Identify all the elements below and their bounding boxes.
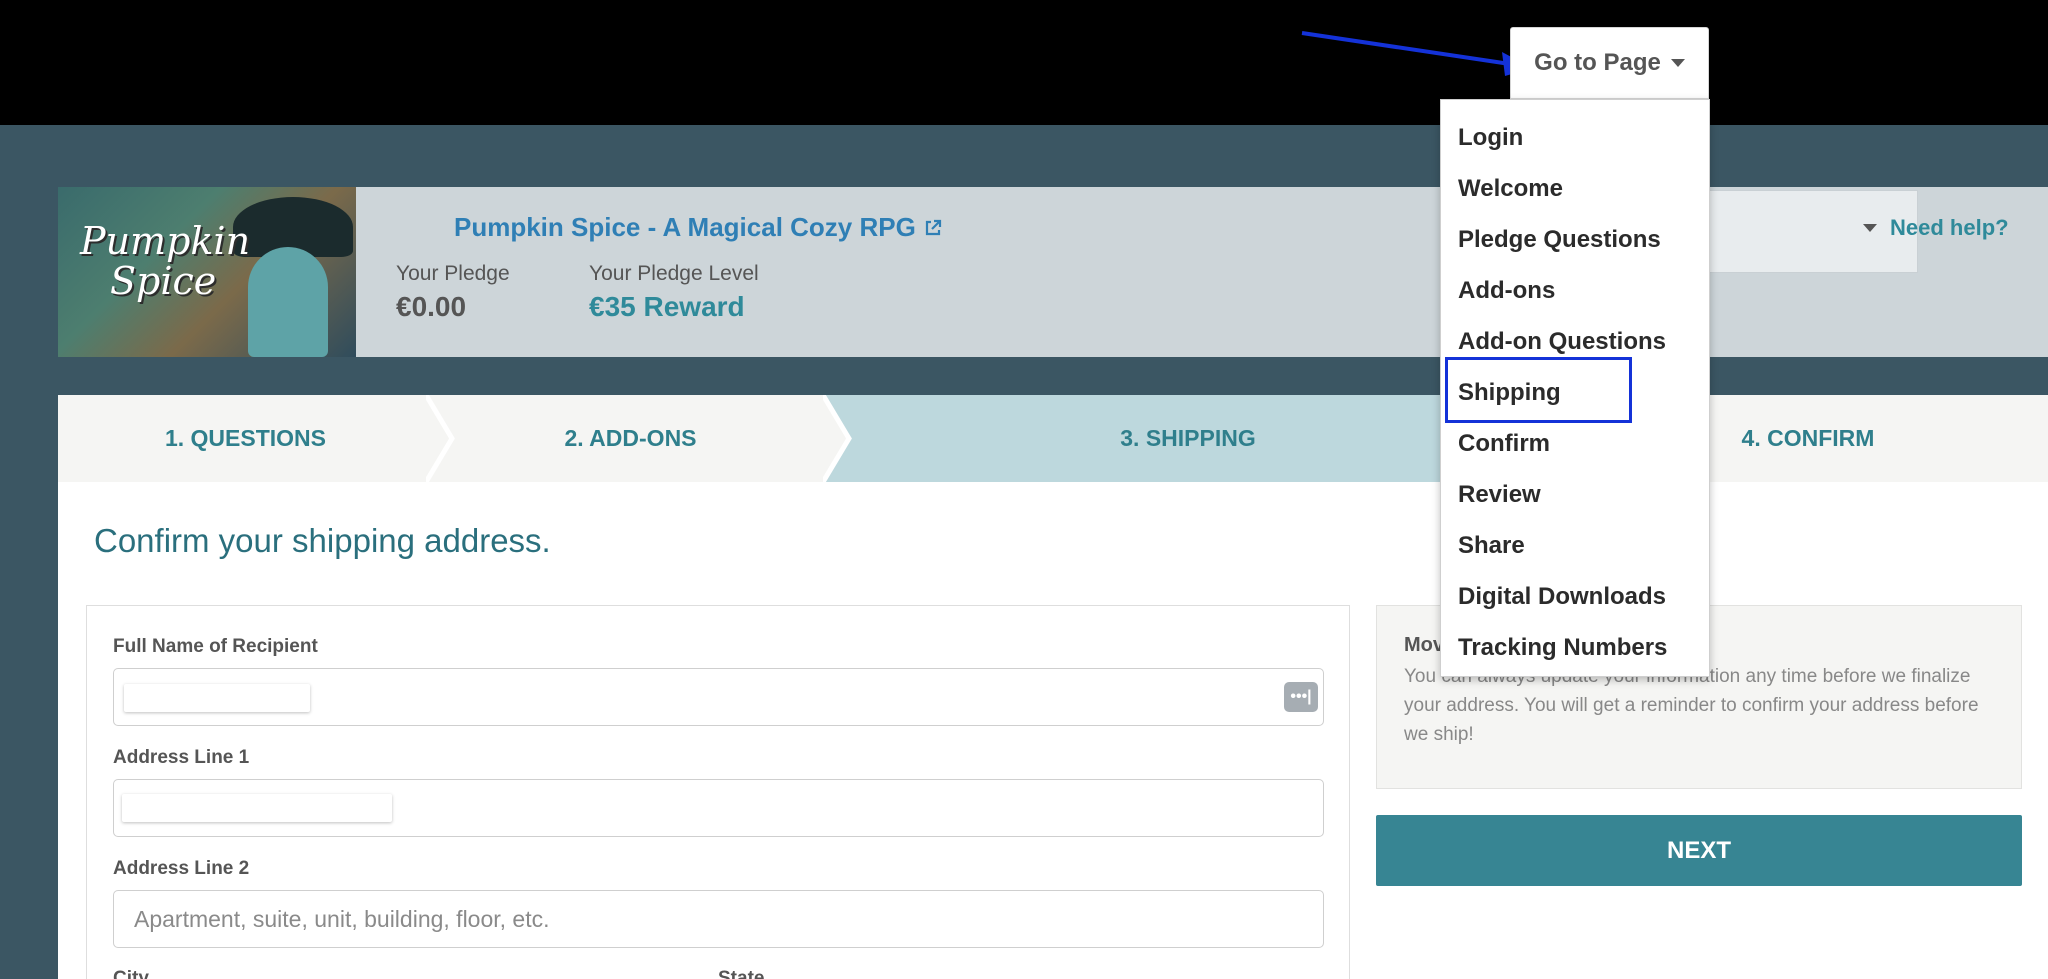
menu-item-digital-downloads[interactable]: Digital Downloads [1441, 572, 1709, 623]
go-to-page-label: Go to Page [1534, 49, 1661, 76]
project-title-link[interactable]: Pumpkin Spice - A Magical Cozy RPG [454, 212, 942, 243]
help-select[interactable] [1708, 190, 1918, 273]
go-to-page-button[interactable]: Go to Page [1510, 27, 1709, 99]
caret-down-icon [1670, 59, 1685, 67]
pledge-level-label: Your Pledge Level [589, 262, 759, 285]
page-title: Confirm your shipping address. [94, 522, 551, 559]
top-bar [0, 0, 2048, 125]
project-title: Pumpkin Spice - A Magical Cozy RPG [454, 212, 916, 242]
menu-item-add-ons[interactable]: Add-ons [1441, 265, 1709, 316]
menu-item-tracking-numbers[interactable]: Tracking Numbers [1441, 623, 1709, 674]
character-shape [248, 247, 328, 357]
step-add-ons[interactable]: 2. ADD-ONS [433, 395, 828, 482]
go-to-page-menu: Login Welcome Pledge Questions Add-ons A… [1440, 99, 1710, 677]
menu-item-welcome[interactable]: Welcome [1441, 163, 1709, 214]
info-title: Mov [1404, 634, 1444, 656]
redacted-value [124, 684, 310, 712]
address-line-2-field[interactable] [113, 890, 1324, 948]
full-name-label: Full Name of Recipient [113, 636, 318, 657]
menu-item-confirm[interactable]: Confirm [1441, 419, 1709, 470]
pledge-label: Your Pledge [396, 262, 510, 285]
logo-line-1: Pumpkin [80, 219, 251, 263]
redacted-value [122, 794, 392, 822]
address-line-2-label: Address Line 2 [113, 858, 250, 879]
menu-item-share[interactable]: Share [1441, 521, 1709, 572]
pledge-level-value: €35 Reward [589, 291, 745, 322]
project-header: Pumpkin Spice Pumpkin Spice - A Magical … [58, 187, 2048, 357]
city-label: City [113, 968, 149, 979]
external-link-icon [925, 219, 941, 235]
state-label: State [718, 968, 765, 979]
menu-item-review[interactable]: Review [1441, 470, 1709, 521]
project-logo: Pumpkin Spice [80, 221, 250, 301]
address-line-1-field[interactable] [113, 779, 1324, 837]
address-form: Full Name of Recipient •••| Address Line… [86, 605, 1350, 979]
address-line-1-label: Address Line 1 [113, 747, 250, 768]
menu-item-shipping[interactable]: Shipping [1441, 367, 1709, 418]
full-name-field[interactable]: •••| [113, 668, 1324, 726]
caret-down-icon [1863, 224, 1877, 232]
password-manager-icon[interactable]: •••| [1284, 682, 1318, 712]
logo-line-2: Spice [110, 259, 217, 303]
pledge-value: €0.00 [396, 291, 467, 322]
menu-item-pledge-questions[interactable]: Pledge Questions [1441, 214, 1709, 265]
next-button[interactable]: NEXT [1376, 815, 2022, 886]
step-questions[interactable]: 1. QUESTIONS [58, 395, 433, 482]
menu-item-login[interactable]: Login [1441, 112, 1709, 163]
project-image: Pumpkin Spice [58, 187, 356, 357]
need-help-link[interactable]: Need help? [1890, 215, 2009, 241]
menu-item-add-on-questions[interactable]: Add-on Questions [1441, 316, 1709, 367]
shipping-card: Confirm your shipping address. Full Name… [58, 482, 2048, 979]
step-progress-bar: 1. QUESTIONS 2. ADD-ONS 3. SHIPPING 4. C… [58, 395, 2048, 482]
